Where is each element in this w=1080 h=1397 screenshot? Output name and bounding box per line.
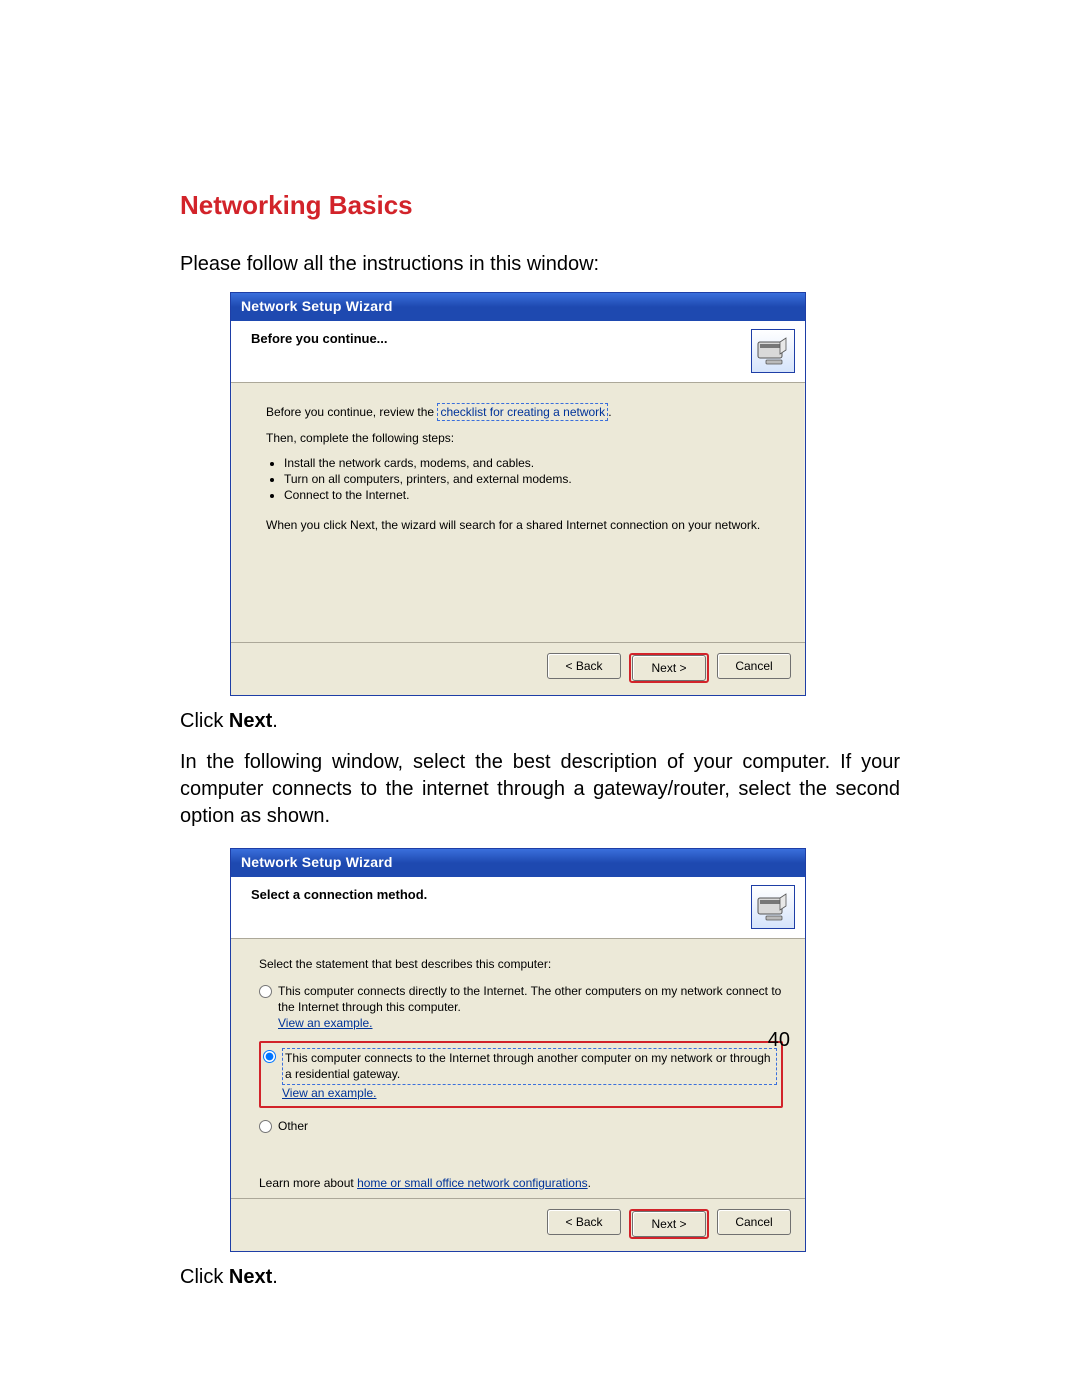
radio-option-direct[interactable]: This computer connects directly to the I… <box>259 981 783 1034</box>
cancel-button[interactable]: Cancel <box>717 1209 791 1235</box>
checklist-link[interactable]: checklist for creating a network <box>437 403 608 421</box>
radio-gateway-label: This computer connects to the Internet t… <box>282 1048 777 1084</box>
click-next-2: Click Next. <box>180 1264 900 1291</box>
radio-other-label: Other <box>278 1118 308 1134</box>
back-button[interactable]: < Back <box>547 1209 621 1235</box>
step-item: Connect to the Internet. <box>284 487 775 503</box>
radio-direct-label: This computer connects directly to the I… <box>278 984 781 1014</box>
wizard-content: Before you continue, review the checklis… <box>231 383 805 642</box>
page-number: 40 <box>768 1029 790 1052</box>
network-device-icon <box>751 329 795 373</box>
step-item: Turn on all computers, printers, and ext… <box>284 471 775 487</box>
view-example-link[interactable]: View an example. <box>278 1016 373 1030</box>
radio-gateway-input[interactable] <box>263 1050 276 1063</box>
learn-more-prefix: Learn more about <box>259 1176 357 1190</box>
next-button[interactable]: Next > <box>632 655 706 681</box>
steps-list: Install the network cards, modems, and c… <box>266 455 775 504</box>
wizard-button-row: < Back Next > Cancel <box>231 642 805 695</box>
next-button[interactable]: Next > <box>632 1211 706 1237</box>
next-button-highlight: Next > <box>629 1209 709 1239</box>
cancel-button[interactable]: Cancel <box>717 653 791 679</box>
view-example-link[interactable]: View an example. <box>282 1086 377 1100</box>
section-heading: Networking Basics <box>180 190 900 221</box>
radio-option-gateway[interactable]: This computer connects to the Internet t… <box>263 1046 777 1103</box>
radio-direct-input[interactable] <box>259 985 272 998</box>
wizard-titlebar: Network Setup Wizard <box>231 293 805 321</box>
radio-other-input[interactable] <box>259 1120 272 1133</box>
next-button-highlight: Next > <box>629 653 709 683</box>
para-2: In the following window, select the best… <box>180 749 900 830</box>
wizard-button-row: < Back Next > Cancel <box>231 1198 805 1251</box>
then-text: Then, complete the following steps: <box>266 431 775 445</box>
wizard-titlebar: Network Setup Wizard <box>231 849 805 877</box>
back-button[interactable]: < Back <box>547 653 621 679</box>
click-next-1: Click Next. <box>180 708 900 735</box>
network-device-icon <box>751 885 795 929</box>
radio-option-other[interactable]: Other <box>259 1116 783 1136</box>
wizard-before-you-continue: Network Setup Wizard Before you continue… <box>230 292 806 696</box>
wizard-header-band: Select a connection method. <box>231 877 805 939</box>
learn-more-suffix: . <box>588 1176 591 1190</box>
step-item: Install the network cards, modems, and c… <box>284 455 775 471</box>
learn-more-link[interactable]: home or small office network configurati… <box>357 1176 588 1190</box>
intro-text: Please follow all the instructions in th… <box>180 251 900 278</box>
radio-option-gateway-highlight: This computer connects to the Internet t… <box>259 1041 783 1108</box>
wizard-select-connection: Network Setup Wizard Select a connection… <box>230 848 806 1252</box>
wizard-header-band: Before you continue... <box>231 321 805 383</box>
wizard-content: Select the statement that best describes… <box>231 939 805 1198</box>
select-statement: Select the statement that best describes… <box>259 957 783 971</box>
wizard-header-title: Select a connection method. <box>251 885 427 902</box>
review-text: Before you continue, review the <box>266 405 437 419</box>
review-suffix: . <box>608 405 611 419</box>
wizard-header-title: Before you continue... <box>251 329 388 346</box>
when-next-text: When you click Next, the wizard will sea… <box>266 518 775 532</box>
